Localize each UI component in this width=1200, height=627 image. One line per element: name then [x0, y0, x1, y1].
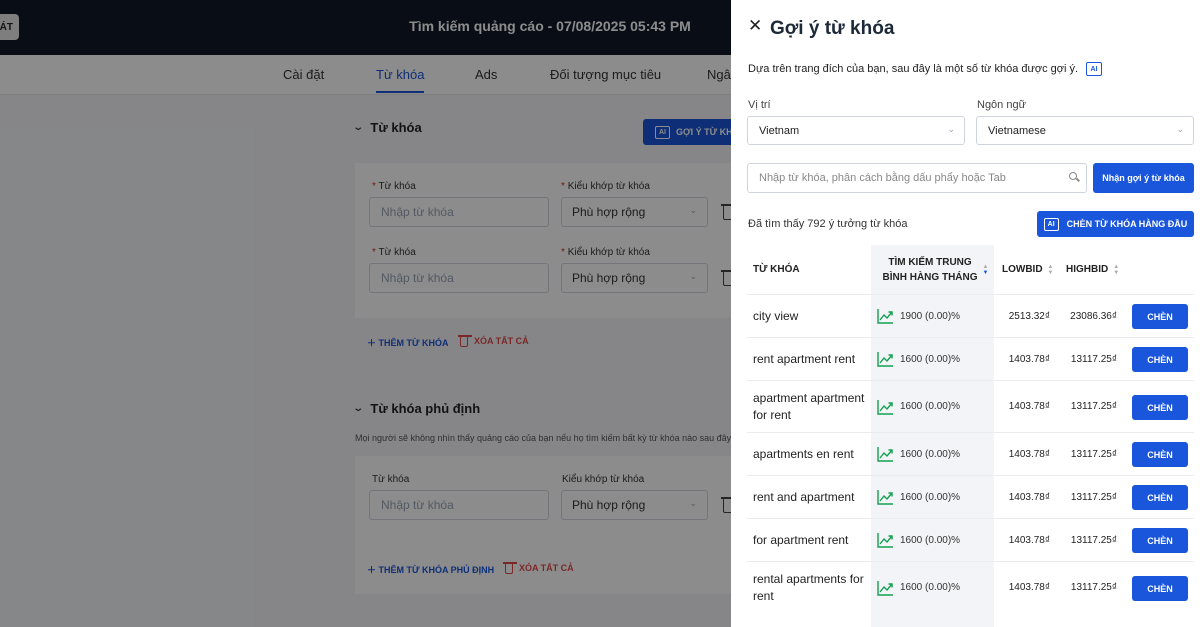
- keyword-cell: rent and apartment: [753, 489, 855, 504]
- insert-keyword-button[interactable]: CHÈN: [1132, 528, 1188, 553]
- highbid-cell: 13117.25₫: [1070, 353, 1117, 365]
- sort-icon: ▲ ▼: [1047, 263, 1054, 276]
- monthly-searches-cell: 1600 (0.00)%: [877, 381, 960, 432]
- drawer-subtitle: Dựa trên trang đích của bạn, sau đây là …: [748, 62, 1103, 76]
- monthly-searches-cell: 1600 (0.00)%: [877, 338, 960, 380]
- insert-keyword-button[interactable]: CHÈN: [1132, 304, 1188, 329]
- keyword-suggestions-table: TỪ KHÓA TÌM KIẾM TRUNG BÌNH HÀNG THÁNG ▲…: [747, 245, 1194, 627]
- chevron-down-icon: ⌄: [1176, 124, 1184, 134]
- table-row: rent and apartment 1600 (0.00)% 1403.78₫ 13…: [747, 475, 1194, 518]
- table-row: city view 1900 (0.00)% 2513.32₫ 23086.36₫ CH…: [747, 294, 1194, 337]
- insert-keyword-button[interactable]: CHÈN: [1132, 442, 1188, 467]
- header-lowbid[interactable]: LOWBID ▲ ▼: [1002, 245, 1054, 294]
- location-label: Vị trí: [748, 99, 771, 111]
- header-keyword: TỪ KHÓA: [753, 264, 800, 275]
- keyword-cell: city view: [753, 308, 799, 323]
- highbid-cell: 13117.25₫: [1070, 401, 1117, 412]
- keyword-cell: rent apartment rent: [753, 351, 856, 366]
- trending-up-icon: [877, 533, 893, 548]
- table-row: for apartment rent 1600 (0.00)% 1403.78₫ 13…: [747, 518, 1194, 561]
- monthly-searches-cell: 1600 (0.00)%: [877, 433, 960, 475]
- keyword-search-input[interactable]: Nhập từ khóa, phân cách bằng dấu phẩy ho…: [747, 163, 1087, 193]
- sort-icon: ▲ ▼: [1113, 263, 1120, 276]
- search-icon: [1069, 172, 1077, 180]
- trending-up-icon: [877, 447, 893, 462]
- lowbid-cell: 1403.78₫: [1008, 491, 1050, 503]
- lowbid-cell: 1403.78₫: [1008, 582, 1050, 593]
- insert-keyword-button[interactable]: CHÈN: [1132, 347, 1188, 372]
- language-select[interactable]: Vietnamese ⌄: [976, 116, 1194, 145]
- insert-keyword-button[interactable]: CHÈN: [1132, 576, 1188, 601]
- get-suggestions-button[interactable]: Nhận gợi ý từ khóa: [1093, 163, 1194, 193]
- trending-up-icon: [877, 399, 893, 415]
- monthly-searches-cell: 1600 (0.00)%: [877, 476, 960, 518]
- ai-icon: AI: [1086, 62, 1103, 76]
- sort-icon: ▲ ▼: [982, 263, 989, 276]
- highbid-cell: 13117.25₫: [1070, 491, 1117, 503]
- monthly-searches-cell: 1600 (0.00)%: [877, 519, 960, 561]
- keyword-cell: apartment apartment for rent: [753, 390, 865, 422]
- table-header: TỪ KHÓA TÌM KIẾM TRUNG BÌNH HÀNG THÁNG ▲…: [747, 245, 1194, 294]
- keyword-suggestions-drawer: ✕ Gợi ý từ khóa Dựa trên trang đích của …: [731, 0, 1200, 627]
- location-select[interactable]: Vietnam ⌄: [747, 116, 965, 145]
- trending-up-icon: [877, 352, 893, 367]
- highbid-cell: 13117.25₫: [1070, 582, 1117, 593]
- table-row: rent apartment rent 1600 (0.00)% 1403.78₫ 1…: [747, 337, 1194, 380]
- table-row: rental apartments for rent 1600 (0.00)% 14…: [747, 561, 1194, 613]
- table-row: apartments en rent 1600 (0.00)% 1403.78₫ 13…: [747, 432, 1194, 475]
- trending-up-icon: [877, 309, 893, 324]
- insert-keyword-button[interactable]: CHÈN: [1132, 395, 1188, 420]
- insert-top-keywords-button[interactable]: AI CHÈN TỪ KHÓA HÀNG ĐẦU: [1037, 211, 1194, 237]
- ai-icon: AI: [1043, 217, 1059, 231]
- highbid-cell: 13117.25₫: [1070, 534, 1117, 546]
- header-highbid[interactable]: HIGHBID ▲ ▼: [1066, 245, 1119, 294]
- highbid-cell: 23086.36₫: [1070, 310, 1117, 322]
- monthly-searches-cell: 1900 (0.00)%: [877, 295, 960, 337]
- lowbid-cell: 1403.78₫: [1008, 353, 1050, 365]
- trending-up-icon: [877, 490, 893, 505]
- lowbid-cell: 1403.78₫: [1008, 448, 1050, 460]
- lowbid-cell: 1403.78₫: [1008, 401, 1050, 412]
- monthly-searches-cell: 1600 (0.00)%: [877, 562, 960, 613]
- lowbid-cell: 2513.32₫: [1008, 310, 1050, 322]
- table-body: city view 1900 (0.00)% 2513.32₫ 23086.36₫ CH…: [747, 294, 1194, 613]
- insert-keyword-button[interactable]: CHÈN: [1132, 485, 1188, 510]
- lowbid-cell: 1403.78₫: [1008, 534, 1050, 546]
- close-icon[interactable]: ✕: [748, 17, 762, 34]
- keyword-cell: rental apartments for rent: [753, 571, 864, 603]
- header-monthly-searches[interactable]: TÌM KIẾM TRUNG BÌNH HÀNG THÁNG ▲ ▼: [877, 245, 994, 294]
- chevron-down-icon: ⌄: [947, 124, 955, 134]
- keyword-cell: for apartment rent: [753, 532, 849, 547]
- language-label: Ngôn ngữ: [977, 99, 1026, 111]
- found-count-text: Đã tìm thấy 792 ý tưởng từ khóa: [748, 218, 908, 230]
- highbid-cell: 13117.25₫: [1070, 448, 1117, 460]
- keyword-cell: apartments en rent: [753, 446, 854, 461]
- drawer-title: Gợi ý từ khóa: [770, 18, 895, 39]
- table-row: apartment apartment for rent 1600 (0.00)%…: [747, 380, 1194, 432]
- trending-up-icon: [877, 580, 893, 596]
